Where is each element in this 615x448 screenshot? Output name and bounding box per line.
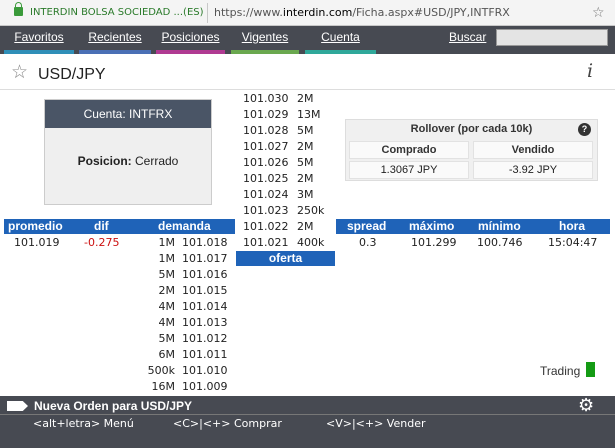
bid-size: 1M — [158, 236, 176, 249]
order-bar: Nueva Orden para USD/JPY ⚙ <alt+letra> M… — [0, 395, 615, 448]
bid-size: 500k — [147, 364, 175, 377]
top-nav: Favoritos Recientes Posiciones Vigentes … — [0, 26, 615, 54]
offer-size: 2M — [297, 140, 314, 153]
hint-buy: <C>|<+> Comprar — [173, 417, 282, 430]
rollover-bought-value: 1.3067 JPY — [349, 161, 469, 179]
minimo-value: 100.746 — [477, 236, 523, 249]
bid-price[interactable]: 101.013 — [182, 316, 228, 330]
offer-size: 5M — [297, 156, 314, 169]
col-maximo: máximo — [409, 219, 455, 233]
col-demanda: demanda — [158, 219, 211, 233]
url-field[interactable]: https://www.interdin.com/Ficha.aspx#USD/… — [214, 6, 510, 19]
col-minimo: mínimo — [478, 219, 521, 233]
spread-value: 0.3 — [359, 236, 377, 249]
position-status: Posicion: Cerrado — [77, 154, 179, 168]
offer-price[interactable]: 101.025 — [243, 172, 289, 186]
offer-price[interactable]: 101.028 — [243, 124, 289, 138]
bookmark-star-icon[interactable]: ☆ — [592, 4, 605, 21]
dif-value: -0.275 — [84, 236, 120, 249]
offer-price[interactable]: 101.029 — [243, 108, 289, 122]
offer-size: 2M — [297, 220, 314, 233]
quote-header-left: promedio dif demanda — [4, 219, 235, 234]
bid-size: 5M — [158, 332, 176, 345]
search-input[interactable] — [496, 29, 608, 46]
offer-size: 5M — [297, 124, 314, 137]
col-hora: hora — [559, 219, 586, 233]
browser-address-bar: INTERDIN BOLSA SOCIEDAD ...(ES) https://… — [0, 0, 615, 26]
offer-price[interactable]: 101.024 — [243, 188, 289, 202]
bid-size: 2M — [158, 284, 176, 297]
nav-item-color-bar — [305, 50, 376, 54]
bid-price[interactable]: 101.014 — [182, 300, 228, 314]
nav-item-posiciones[interactable]: Posiciones — [156, 26, 225, 54]
bid-size: 4M — [158, 300, 176, 313]
favorite-star-icon[interactable]: ☆ — [11, 61, 28, 84]
col-spread: spread — [347, 219, 387, 233]
nav-item-color-bar — [4, 50, 74, 54]
bid-price[interactable]: 101.011 — [182, 348, 228, 362]
offer-size: 13M — [297, 108, 321, 121]
nav-item-color-bar — [231, 50, 299, 54]
offer-size: 250k — [297, 204, 325, 217]
offer-price[interactable]: 101.021 — [243, 236, 289, 250]
site-identity[interactable]: INTERDIN BOLSA SOCIEDAD ...(ES) — [30, 7, 204, 18]
bid-size: 1M — [158, 252, 176, 265]
col-promedio: promedio — [8, 219, 63, 233]
instrument-header: ☆ USD/JPY i — [0, 58, 615, 90]
nav-item-color-bar — [79, 50, 151, 54]
help-icon[interactable]: ? — [578, 123, 591, 136]
hora-value: 15:04:47 — [548, 236, 598, 249]
bid-price[interactable]: 101.012 — [182, 332, 228, 346]
nav-item-cuenta[interactable]: Cuenta — [305, 26, 376, 54]
offer-size: 2M — [297, 92, 314, 105]
offer-price[interactable]: 101.030 — [243, 92, 289, 106]
bid-price[interactable]: 101.018 — [182, 236, 228, 250]
bid-price[interactable]: 101.015 — [182, 284, 228, 298]
quote-header-right: spread máximo mínimo hora — [336, 219, 610, 234]
nav-item-favoritos[interactable]: Favoritos — [4, 26, 74, 54]
order-bar-divider — [0, 414, 615, 415]
nav-item-recientes[interactable]: Recientes — [79, 26, 151, 54]
offer-price[interactable]: 101.022 — [243, 220, 289, 234]
offer-size: 400k — [297, 236, 325, 249]
offer-size: 3M — [297, 188, 314, 201]
rollover-sold-value: -3.92 JPY — [473, 161, 593, 179]
offer-price[interactable]: 101.027 — [243, 140, 289, 154]
rollover-bought-label: Comprado — [349, 141, 469, 159]
bid-size: 16M — [151, 380, 176, 393]
bid-price[interactable]: 101.016 — [182, 268, 228, 282]
trading-status-indicator — [586, 362, 595, 377]
account-panel: Cuenta: INTFRX Posicion: Cerrado — [44, 99, 212, 205]
lock-icon — [14, 2, 23, 16]
bid-size: 6M — [158, 348, 176, 361]
trading-status-label: Trading — [540, 364, 581, 378]
promedio-value: 101.019 — [14, 236, 60, 249]
info-icon[interactable]: i — [587, 60, 593, 82]
offer-size: 2M — [297, 172, 314, 185]
oferta-header: oferta — [236, 251, 335, 266]
gear-icon[interactable]: ⚙ — [578, 395, 594, 416]
address-separator — [207, 3, 208, 23]
col-dif: dif — [94, 219, 109, 233]
bid-size: 5M — [158, 268, 176, 281]
bid-price[interactable]: 101.017 — [182, 252, 228, 266]
account-header: Cuenta: INTFRX — [45, 100, 211, 128]
offer-price[interactable]: 101.026 — [243, 156, 289, 170]
tag-icon — [7, 401, 28, 411]
nav-item-vigentes[interactable]: Vigentes — [231, 26, 299, 54]
rollover-panel: Rollover (por cada 10k) ? Comprado Vendi… — [345, 119, 598, 181]
page-title: USD/JPY — [38, 66, 106, 83]
offer-price[interactable]: 101.023 — [243, 204, 289, 218]
bid-price[interactable]: 101.009 — [182, 380, 228, 394]
maximo-value: 101.299 — [411, 236, 457, 249]
rollover-sold-label: Vendido — [473, 141, 593, 159]
hint-menu: <alt+letra> Menú — [33, 417, 134, 430]
nav-item-color-bar — [156, 50, 225, 54]
bid-size: 4M — [158, 316, 176, 329]
rollover-title: Rollover (por cada 10k) — [410, 123, 533, 135]
bid-price[interactable]: 101.010 — [182, 364, 228, 378]
hint-sell: <V>|<+> Vender — [326, 417, 426, 430]
search-label: Buscar — [449, 30, 487, 44]
new-order-title[interactable]: Nueva Orden para USD/JPY — [34, 399, 192, 413]
